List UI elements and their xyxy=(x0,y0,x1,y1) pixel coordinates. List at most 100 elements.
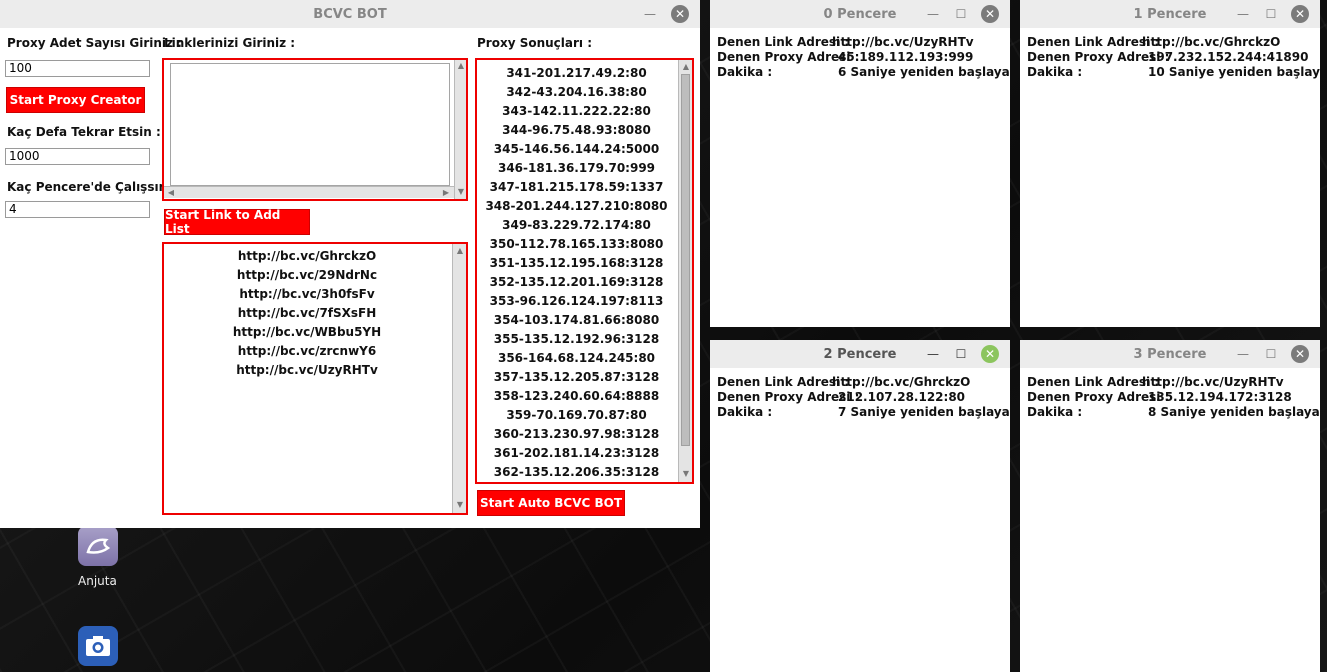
pencere-3-window: 3 Pencere — ☐ ✕ Denen Link Adresi : http… xyxy=(1020,340,1320,672)
list-item[interactable]: http://bc.vc/3h0fsFv xyxy=(164,285,450,304)
list-item[interactable]: 346-181.36.179.70:999 xyxy=(477,159,676,178)
start-proxy-creator-button[interactable]: Start Proxy Creator xyxy=(6,87,145,113)
scroll-right-icon[interactable]: ▶ xyxy=(441,188,451,198)
list-item[interactable]: 361-202.181.14.23:3128 xyxy=(477,444,676,463)
start-bot-button[interactable]: Start Auto BCVC BOT xyxy=(477,490,625,516)
list-item[interactable]: 353-96.126.124.197:8113 xyxy=(477,292,676,311)
scroll-down-icon[interactable]: ▼ xyxy=(455,500,465,510)
list-item[interactable]: 350-112.78.165.133:8080 xyxy=(477,235,676,254)
close-icon[interactable]: ✕ xyxy=(1291,345,1309,363)
list-item[interactable]: http://bc.vc/GhrckzO xyxy=(164,247,450,266)
link-value: http://bc.vc/UzyRHTv xyxy=(1142,375,1284,389)
minute-label: Dakika : xyxy=(717,405,773,419)
close-icon[interactable]: ✕ xyxy=(981,345,999,363)
close-icon[interactable]: ✕ xyxy=(981,5,999,23)
link-list-vscroll[interactable]: ▲ ▼ xyxy=(452,244,466,513)
link-entry-textarea[interactable] xyxy=(170,63,450,186)
window-title: 0 Pencere xyxy=(823,6,897,22)
link-label: Denen Link Adresi : xyxy=(717,35,850,49)
scroll-thumb[interactable] xyxy=(681,74,690,446)
minimize-icon[interactable]: — xyxy=(1236,340,1250,368)
list-item[interactable]: http://bc.vc/WBbu5YH xyxy=(164,323,450,342)
minimize-icon[interactable]: — xyxy=(926,0,940,28)
link-entry-box: ▲ ▼ ◀ ▶ xyxy=(162,58,468,201)
repeat-count-input[interactable]: 1000 xyxy=(5,148,150,165)
list-item[interactable]: 358-123.240.60.64:8888 xyxy=(477,387,676,406)
link-value: http://bc.vc/UzyRHTv xyxy=(832,35,974,49)
minimize-icon[interactable]: — xyxy=(1236,0,1250,28)
titlebar: 1 Pencere — ☐ ✕ xyxy=(1020,0,1320,28)
proxy-count-input[interactable]: 100 xyxy=(5,60,150,77)
list-item[interactable]: 352-135.12.201.169:3128 xyxy=(477,273,676,292)
titlebar: 0 Pencere — ☐ ✕ xyxy=(710,0,1010,28)
proxy-value: 197.232.152.244:41890 xyxy=(1148,50,1309,64)
maximize-icon[interactable]: ☐ xyxy=(954,340,968,368)
list-item[interactable]: 343-142.11.222.22:80 xyxy=(477,102,676,121)
proxy-value: 135.12.194.172:3128 xyxy=(1148,390,1292,404)
list-item[interactable]: 345-146.56.144.24:5000 xyxy=(477,140,676,159)
minute-value: 6 Saniye yeniden başlayacak xyxy=(838,65,1010,79)
links-label: Linklerinizi Giriniz : xyxy=(164,36,296,50)
maximize-icon[interactable]: ☐ xyxy=(954,0,968,28)
camera-icon xyxy=(86,636,110,656)
list-item[interactable]: http://bc.vc/7fSXsFH xyxy=(164,304,450,323)
titlebar: 3 Pencere — ☐ ✕ xyxy=(1020,340,1320,368)
link-label: Denen Link Adresi : xyxy=(1027,375,1160,389)
list-item[interactable]: 351-135.12.195.168:3128 xyxy=(477,254,676,273)
pencere-1-window: 1 Pencere — ☐ ✕ Denen Link Adresi : http… xyxy=(1020,0,1320,327)
link-list-box: http://bc.vc/GhrckzO http://bc.vc/29NdrN… xyxy=(162,242,468,515)
minute-value: 7 Saniye yeniden başlayacak xyxy=(838,405,1010,419)
scroll-up-icon[interactable]: ▲ xyxy=(456,61,466,71)
bcvc-bot-window: BCVC BOT — ✕ Proxy Adet Sayısı Giriniz :… xyxy=(0,0,700,528)
scroll-down-icon[interactable]: ▼ xyxy=(681,469,691,479)
list-item[interactable]: 359-70.169.70.87:80 xyxy=(477,406,676,425)
list-item[interactable]: http://bc.vc/29NdrNc xyxy=(164,266,450,285)
list-item[interactable]: 341-201.217.49.2:80 xyxy=(477,64,676,83)
list-item[interactable]: http://bc.vc/zrcnwY6 xyxy=(164,342,450,361)
list-item[interactable]: 360-213.230.97.98:3128 xyxy=(477,425,676,444)
camera-app-icon[interactable] xyxy=(78,626,118,666)
proxy-results-vscroll[interactable]: ▲ ▼ xyxy=(678,60,692,482)
list-item[interactable]: 356-164.68.124.245:80 xyxy=(477,349,676,368)
scroll-left-icon[interactable]: ◀ xyxy=(166,188,176,198)
scroll-up-icon[interactable]: ▲ xyxy=(681,62,691,72)
list-item[interactable]: 344-96.75.48.93:8080 xyxy=(477,121,676,140)
titlebar: 2 Pencere — ☐ ✕ xyxy=(710,340,1010,368)
list-item[interactable]: 349-83.229.72.174:80 xyxy=(477,216,676,235)
minute-value: 10 Saniye yeniden başlayacak xyxy=(1148,65,1320,79)
proxy-count-label: Proxy Adet Sayısı Giriniz : xyxy=(7,36,182,50)
minute-label: Dakika : xyxy=(1027,65,1083,79)
close-icon[interactable]: ✕ xyxy=(671,5,689,23)
minimize-icon[interactable]: — xyxy=(926,340,940,368)
minute-value: 8 Saniye yeniden başlayacak xyxy=(1148,405,1320,419)
maximize-icon[interactable]: ☐ xyxy=(1264,340,1278,368)
proxy-results-list[interactable]: 341-201.217.49.2:80 342-43.204.16.38:80 … xyxy=(477,64,676,482)
minimize-icon[interactable]: — xyxy=(640,0,660,28)
anjuta-app-icon[interactable] xyxy=(78,526,118,566)
list-item[interactable]: 348-201.244.127.210:8080 xyxy=(477,197,676,216)
proxy-results-label: Proxy Sonuçları : xyxy=(477,36,593,50)
maximize-icon[interactable]: ☐ xyxy=(1264,0,1278,28)
close-icon[interactable]: ✕ xyxy=(1291,5,1309,23)
link-value: http://bc.vc/GhrckzO xyxy=(832,375,971,389)
scroll-down-icon[interactable]: ▼ xyxy=(456,187,466,197)
scroll-up-icon[interactable]: ▲ xyxy=(455,246,465,256)
list-item[interactable]: 355-135.12.192.96:3128 xyxy=(477,330,676,349)
anjuta-logo-icon xyxy=(86,538,111,554)
window-title: BCVC BOT xyxy=(313,6,387,22)
list-item[interactable]: http://bc.vc/UzyRHTv xyxy=(164,361,450,380)
list-item[interactable]: 357-135.12.205.87:3128 xyxy=(477,368,676,387)
link-list[interactable]: http://bc.vc/GhrckzO http://bc.vc/29NdrN… xyxy=(164,247,450,380)
list-item[interactable]: 347-181.215.178.59:1337 xyxy=(477,178,676,197)
list-item[interactable]: 354-103.174.81.66:8080 xyxy=(477,311,676,330)
window-count-input[interactable]: 4 xyxy=(5,201,150,218)
list-item[interactable]: 362-135.12.206.35:3128 xyxy=(477,463,676,482)
minute-label: Dakika : xyxy=(717,65,773,79)
link-value: http://bc.vc/GhrckzO xyxy=(1142,35,1281,49)
add-link-button[interactable]: Start Link to Add List xyxy=(164,208,310,236)
link-entry-vscroll[interactable]: ▲ ▼ xyxy=(454,60,466,199)
proxy-value: 45.189.112.193:999 xyxy=(838,50,974,64)
link-entry-hscroll[interactable]: ◀ ▶ xyxy=(164,186,454,198)
window-count-label: Kaç Pencere'de Çalışsın : xyxy=(7,180,177,194)
list-item[interactable]: 342-43.204.16.38:80 xyxy=(477,83,676,102)
